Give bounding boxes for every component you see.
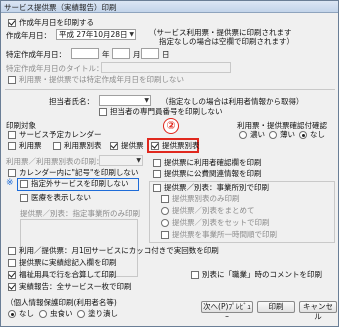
teikyohyo-checkbox[interactable] — [110, 142, 118, 150]
day-unit: 日 — [162, 50, 170, 59]
special-month-input[interactable] — [112, 48, 130, 59]
calendar-symbol-checkbox[interactable] — [8, 169, 16, 177]
privacy-fill-label: 塗り潰し — [88, 309, 118, 318]
kubun-select[interactable]: ▼ — [99, 155, 143, 166]
b4-label: 実績報告：全サービス一枚で印刷 — [19, 282, 132, 291]
r3-label: 提供票／別表：事業所別で印刷 — [164, 183, 269, 192]
print-button[interactable]: 印刷 — [257, 301, 295, 313]
print-date-picker[interactable]: 平成 27年10月28日 ▼ — [56, 29, 136, 40]
privacy-heading: （個人情報保護印刷(利用者名等) — [6, 298, 117, 307]
b1-label: 利用／提供票：月1回サービスにカッコ付きで実回数を印刷 — [19, 246, 219, 255]
flatten-label: 指定外サービスを印刷しない — [31, 179, 129, 188]
star-mark: ※ — [6, 178, 14, 188]
flatten-checkbox[interactable] — [20, 180, 28, 188]
r1-label: 提供票に利用者確認欄を印刷 — [164, 158, 262, 167]
special-date-exclude-label: 利用票・提供票では特定作成年月日を印刷しない — [19, 75, 184, 84]
special-day-input[interactable] — [141, 48, 159, 59]
r4-label: 提供票別表のみ印刷 — [172, 194, 240, 203]
riyohyo-betsu-label: 利用票別表 — [64, 141, 102, 150]
calendar-dropdown-icon: ▼ — [129, 31, 134, 38]
r5a-radio[interactable] — [161, 207, 169, 215]
special-date-exclude-checkbox[interactable] — [8, 76, 16, 84]
seal-option-dark[interactable] — [239, 131, 247, 139]
tanto-number-checkbox[interactable] — [99, 108, 107, 116]
tanto-select[interactable]: ▼ — [99, 95, 151, 106]
tanto-dropdown-icon: ▼ — [144, 97, 149, 104]
privacy-none-radio[interactable] — [8, 310, 16, 318]
seal-option-light[interactable] — [269, 131, 277, 139]
date-note-line1: （サービス利用票・提供票に印刷されます — [149, 28, 292, 37]
r5a-label: 提供票／別表をまとめて — [172, 206, 255, 215]
b2-label: 提供票に実績総記入欄を印刷 — [19, 258, 117, 267]
service-calendar-label: サービス予定カレンダー — [19, 130, 102, 139]
print-date-checkbox-label: 作成年月日を印刷する — [19, 18, 94, 27]
r6-label: 提供票を事業所一時間順で印刷 — [172, 230, 277, 239]
kubun-label: 利用票／利用票別表の印刷： — [6, 157, 104, 166]
special-title-input[interactable] — [101, 62, 231, 73]
seal-heading: 利用票・提供票確認付確認 — [237, 121, 327, 130]
tanto-note: （指定なしの場合は利用者情報から取得） — [161, 97, 304, 106]
r6-checkbox[interactable] — [161, 231, 169, 239]
r5b-radio[interactable] — [161, 219, 169, 227]
b3r-checkbox[interactable] — [191, 271, 199, 279]
calendar-symbol-label: カレンダー内に"記号"を印刷しない — [19, 168, 139, 177]
print-date-label: 作成年月日： — [6, 31, 51, 40]
privacy-mushikui-radio[interactable] — [39, 310, 47, 318]
seal-option-none-label: なし — [310, 130, 325, 139]
teikyohyo-betsu-label: 提供票別表 — [162, 141, 200, 150]
privacy-none-label: なし — [19, 309, 34, 318]
hide-sakuhi-label: 医療を表示しない — [31, 193, 91, 202]
riyohyo-betsu-checkbox[interactable] — [53, 142, 61, 150]
special-title-label: 特定作成年月日のタイトル： — [6, 64, 104, 73]
month-unit: 月 — [133, 50, 141, 59]
preview-button[interactable]: 次へ(P)ﾌﾟﾚﾋﾞｭｰ — [201, 301, 253, 321]
b3-label: 福祉用具で行を合算して印刷 — [19, 270, 117, 279]
riyohyo-label: 利用票 — [19, 141, 42, 150]
r3-checkbox[interactable] — [153, 184, 161, 192]
r5b-label: 提供票／別表をセットで印刷 — [172, 218, 270, 227]
special-date-label: 特定作成年月日： — [6, 50, 66, 59]
print-date-checkbox[interactable] — [8, 19, 16, 27]
kubun-dropdown-icon: ▼ — [136, 157, 141, 164]
b4-checkbox[interactable] — [8, 283, 16, 291]
privacy-fill-radio[interactable] — [77, 310, 85, 318]
print-dialog: サービス提供票（実績報告）印刷 作成年月日を印刷する 作成年月日： 平成 27年… — [0, 0, 339, 327]
r2-checkbox[interactable] — [153, 170, 161, 178]
r4-checkbox[interactable] — [161, 195, 169, 203]
b1-checkbox[interactable] — [8, 247, 16, 255]
divider — [5, 89, 335, 90]
b3r-label: 別表に「職業」時のコメントを印刷 — [202, 270, 322, 279]
special-year-input[interactable] — [71, 48, 99, 59]
year-unit: 年 — [102, 50, 110, 59]
seal-option-light-label: 薄い — [280, 130, 295, 139]
cancel-button[interactable]: キャンセル — [299, 301, 337, 321]
privacy-mushikui-label: 虫食い — [50, 309, 73, 318]
teikyohyo-label: 提供票 — [121, 141, 144, 150]
riyohyo-checkbox[interactable] — [8, 142, 16, 150]
print-target-heading: 印刷対象 — [6, 121, 36, 130]
seal-option-none[interactable] — [299, 131, 307, 139]
print-date-value: 平成 27年10月28日 — [59, 30, 128, 39]
b2-checkbox[interactable] — [8, 259, 16, 267]
betsu-office-label: 提供票／別表：指定事業所のみ印刷 — [20, 209, 140, 218]
teikyohyo-betsu-checkbox[interactable] — [151, 142, 159, 150]
r1-checkbox[interactable] — [153, 159, 161, 167]
hide-sakuhi-checkbox[interactable] — [20, 194, 28, 202]
window-title: サービス提供票（実績報告）印刷 — [4, 3, 117, 12]
r2-label: 提供票に公費関連情報を印刷 — [164, 169, 262, 178]
title-bar: サービス提供票（実績報告）印刷 — [1, 1, 338, 13]
service-calendar-checkbox[interactable] — [8, 131, 16, 139]
b3-checkbox[interactable] — [8, 271, 16, 279]
date-note-line2: 指定なしの場合は空欄で印刷されます） — [159, 37, 294, 46]
tanto-label: 担当者氏名： — [49, 97, 94, 106]
step-badge: ② — [163, 118, 179, 134]
seal-option-dark-label: 濃い — [250, 130, 265, 139]
tanto-number-label: 担当者の専門員番号を印刷しない — [110, 107, 223, 116]
